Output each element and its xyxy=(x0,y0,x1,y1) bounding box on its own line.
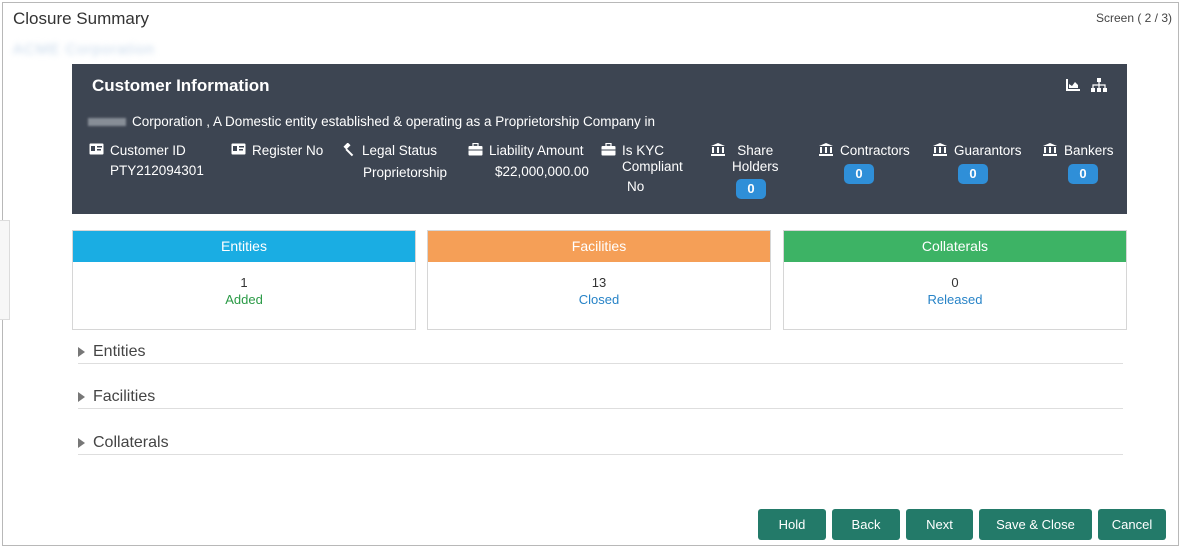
briefcase-icon xyxy=(467,142,483,160)
field-bankers: Bankers 0 xyxy=(1042,143,1114,184)
caret-right-icon xyxy=(78,437,85,448)
section-facilities[interactable]: Facilities xyxy=(78,385,1123,409)
card-title: Collaterals xyxy=(784,231,1126,262)
id-card-icon xyxy=(88,143,104,159)
card-status: Added xyxy=(225,292,263,307)
field-kyc-compliant: Is KYC Compliant No xyxy=(600,142,683,195)
screen-indicator: Screen ( 2 / 3) xyxy=(1095,11,1172,25)
bankers-count[interactable]: 0 xyxy=(1068,164,1098,184)
cancel-button[interactable]: Cancel xyxy=(1098,509,1166,540)
kyc-value: No xyxy=(627,179,645,194)
page-title: Closure Summary xyxy=(13,9,150,28)
field-legal-status: Legal Status Proprietorship xyxy=(340,142,448,181)
bank-icon xyxy=(710,143,726,160)
card-count: 0 xyxy=(951,275,959,290)
field-contractors: Contractors 0 xyxy=(818,143,910,184)
entities-summary-card[interactable]: Entities 1 Added xyxy=(72,230,416,330)
card-title: Entities xyxy=(73,231,415,262)
card-status: Closed xyxy=(578,292,620,307)
card-status: Released xyxy=(927,292,983,307)
section-entities[interactable]: Entities xyxy=(78,340,1123,364)
hierarchy-icon[interactable] xyxy=(1091,78,1107,95)
card-count: 1 xyxy=(240,275,248,290)
back-button[interactable]: Back xyxy=(832,509,900,540)
next-button[interactable]: Next xyxy=(906,509,973,540)
liability-amount-value: $22,000,000.00 xyxy=(495,164,589,179)
facilities-summary-card[interactable]: Facilities 13 Closed xyxy=(427,230,771,330)
company-name: ACME Corporation xyxy=(13,41,155,58)
customer-information-panel: Customer Information Corporation , A Dom… xyxy=(72,64,1127,214)
hold-button[interactable]: Hold xyxy=(758,509,826,540)
bank-icon xyxy=(932,143,948,160)
legal-status-value: Proprietorship xyxy=(363,165,448,180)
id-card-icon xyxy=(230,143,246,159)
contractors-count[interactable]: 0 xyxy=(844,164,874,184)
guarantors-count[interactable]: 0 xyxy=(958,164,988,184)
field-guarantors: Guarantors 0 xyxy=(932,143,1022,184)
side-panel-handle[interactable] xyxy=(0,220,10,320)
card-count: 13 xyxy=(591,275,607,290)
customer-info-title: Customer Information xyxy=(92,76,270,95)
chart-icon[interactable] xyxy=(1065,78,1081,95)
field-customer-id: Customer ID PTY212094301 xyxy=(88,143,204,179)
collaterals-summary-card[interactable]: Collaterals 0 Released xyxy=(783,230,1127,330)
section-collaterals[interactable]: Collaterals xyxy=(78,431,1123,455)
redacted-name xyxy=(88,117,126,126)
save-close-button[interactable]: Save & Close xyxy=(979,509,1092,540)
caret-right-icon xyxy=(78,391,85,402)
bank-icon xyxy=(1042,143,1058,160)
field-liability-amount: Liability Amount $22,000,000.00 xyxy=(467,142,589,180)
customer-description: Corporation , A Domestic entity establis… xyxy=(88,114,655,129)
customer-id-value: PTY212094301 xyxy=(110,163,204,178)
field-register-no: Register No xyxy=(230,143,323,163)
bank-icon xyxy=(818,143,834,160)
caret-right-icon xyxy=(78,346,85,357)
briefcase-icon xyxy=(600,142,616,160)
gavel-icon xyxy=(340,142,356,161)
card-title: Facilities xyxy=(428,231,770,262)
field-share-holders: Share Holders 0 xyxy=(710,143,779,199)
share-holders-count[interactable]: 0 xyxy=(736,179,766,199)
